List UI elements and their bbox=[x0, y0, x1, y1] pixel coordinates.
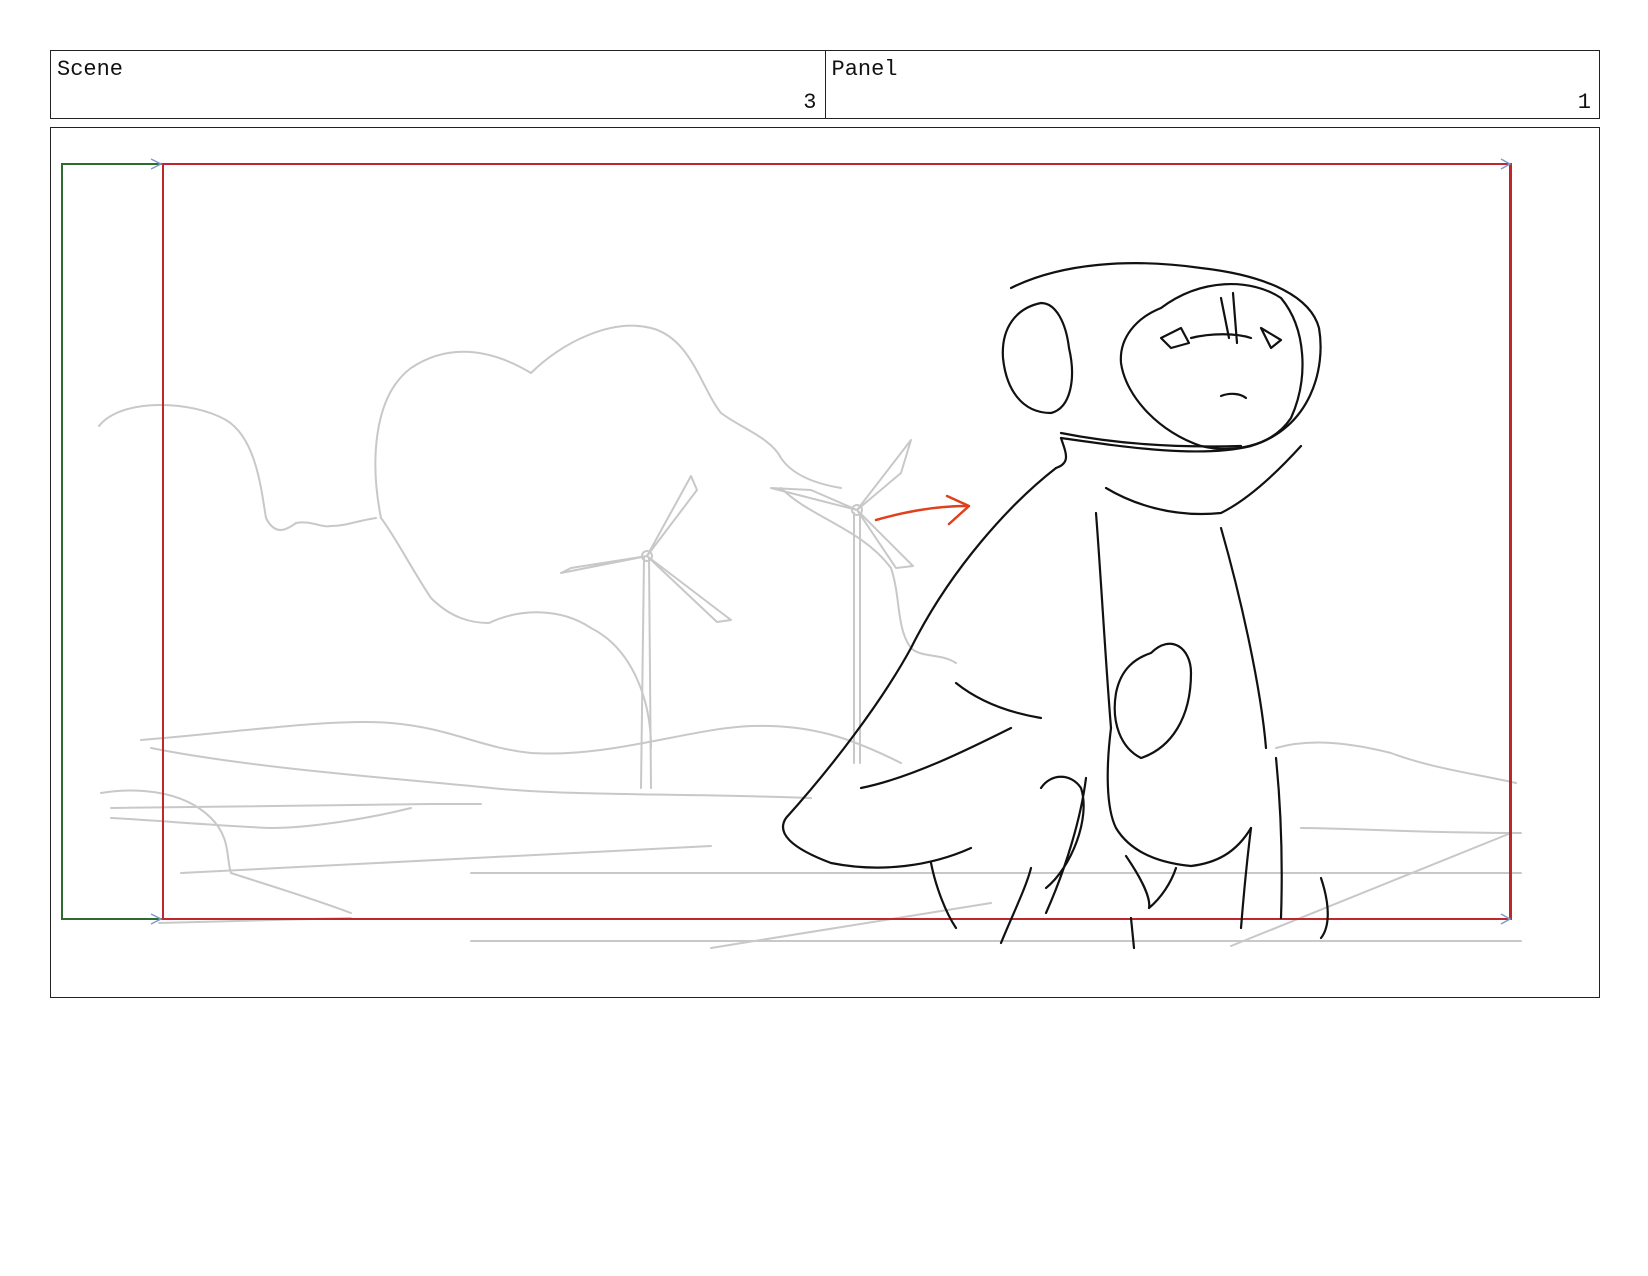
character-eye-right bbox=[1259, 326, 1283, 350]
foreground-bush bbox=[100, 789, 352, 914]
character-leg-middle bbox=[1124, 854, 1178, 910]
turbine-1-blade-a bbox=[646, 475, 698, 557]
character-hood bbox=[1054, 436, 1303, 516]
storyboard-panel bbox=[50, 127, 1600, 998]
turbine-1-blade-b bbox=[646, 555, 732, 623]
ground-line-1 bbox=[150, 747, 812, 799]
character-mouth bbox=[1219, 392, 1248, 400]
turbine-2-blade-c bbox=[770, 487, 858, 511]
turbine-2-blade-a bbox=[856, 439, 912, 511]
character-cape-fold bbox=[859, 681, 1043, 790]
panel-header: Scene 3 Panel 1 bbox=[50, 50, 1600, 119]
scene-label: Scene bbox=[57, 57, 124, 82]
panel-number: 1 bbox=[1577, 90, 1591, 115]
ground-line-3 bbox=[110, 807, 412, 829]
character-leg-right bbox=[1239, 756, 1283, 930]
character-brow bbox=[1189, 333, 1253, 340]
ground-perspective-2 bbox=[1230, 832, 1512, 947]
ground-line-right bbox=[1300, 827, 1522, 834]
character-face bbox=[1119, 283, 1304, 450]
hill-right bbox=[1275, 741, 1517, 784]
character-hand bbox=[1039, 775, 1088, 915]
ground-line-4 bbox=[180, 845, 712, 874]
direction-arrow-head bbox=[945, 494, 971, 526]
cloud-lower bbox=[380, 517, 652, 749]
cloud-middle bbox=[374, 324, 842, 519]
direction-arrow-shaft bbox=[874, 504, 968, 522]
character-arm bbox=[1113, 642, 1193, 760]
hill-back bbox=[140, 721, 902, 764]
character-head bbox=[1009, 262, 1322, 453]
turbine-1-blade-c bbox=[560, 555, 648, 574]
character-body bbox=[1094, 511, 1268, 750]
turbine-1-tower bbox=[640, 557, 652, 789]
scene-cell: Scene 3 bbox=[51, 51, 825, 118]
character-cape bbox=[781, 466, 1058, 869]
character-sketch bbox=[781, 262, 1329, 950]
cloud-right bbox=[780, 487, 957, 664]
character-feet bbox=[999, 866, 1136, 950]
character-eye-left bbox=[1159, 326, 1191, 350]
turbine-2-tower bbox=[853, 512, 861, 764]
ground-line-2 bbox=[110, 803, 482, 809]
camera-move-markers bbox=[150, 158, 1512, 925]
cloud-left bbox=[98, 403, 377, 531]
character-collar bbox=[1059, 431, 1243, 448]
panel-label: Panel bbox=[831, 57, 898, 82]
scene-number: 3 bbox=[803, 90, 817, 115]
panel-cell: Panel 1 bbox=[824, 51, 1600, 118]
character-ear-left bbox=[1001, 301, 1074, 415]
direction-arrow bbox=[874, 494, 971, 526]
panel-drawing bbox=[61, 158, 1522, 950]
